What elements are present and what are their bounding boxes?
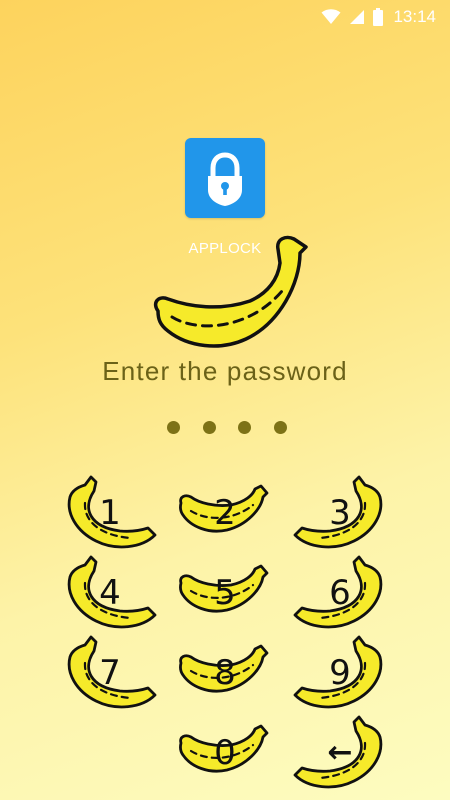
key-2[interactable]: 2: [175, 475, 275, 551]
key-8[interactable]: 8: [175, 635, 275, 711]
key-1[interactable]: 1: [60, 475, 160, 551]
backspace-key[interactable]: ←: [290, 715, 390, 791]
key-label: 0: [214, 733, 236, 773]
key-label: 5: [214, 573, 236, 613]
key-label: 3: [329, 493, 351, 533]
key-label: 6: [329, 573, 351, 613]
key-3[interactable]: 3: [290, 475, 390, 551]
key-0[interactable]: 0: [175, 715, 275, 791]
pin-dot: [167, 421, 180, 434]
key-label: 9: [329, 653, 351, 693]
key-label: 4: [99, 573, 121, 613]
pin-dots: [167, 421, 287, 437]
key-4[interactable]: 4: [60, 555, 160, 631]
key-label: 1: [99, 493, 121, 533]
key-label: 7: [99, 653, 121, 693]
applock-app-icon: [185, 138, 265, 218]
padlock-icon: [208, 152, 242, 206]
pin-dot: [238, 421, 252, 434]
status-time: 13:14: [393, 7, 436, 26]
status-bar: 13:14: [0, 0, 450, 34]
status-icons: 13:14: [321, 6, 436, 28]
key-9[interactable]: 9: [290, 635, 390, 711]
key-5[interactable]: 5: [175, 555, 275, 631]
pin-dot: [202, 421, 216, 434]
wifi-icon: [321, 9, 341, 25]
key-7[interactable]: 7: [60, 635, 160, 711]
key-label: 2: [214, 493, 236, 533]
key-6[interactable]: 6: [290, 555, 390, 631]
battery-icon: [373, 8, 384, 26]
enter-password-prompt: Enter the password: [102, 356, 348, 386]
banana-icon: [153, 235, 308, 348]
backspace-icon: ←: [327, 735, 353, 770]
key-label: 8: [214, 653, 236, 693]
pin-dot: [273, 421, 287, 434]
cell-signal-icon: [349, 9, 365, 25]
